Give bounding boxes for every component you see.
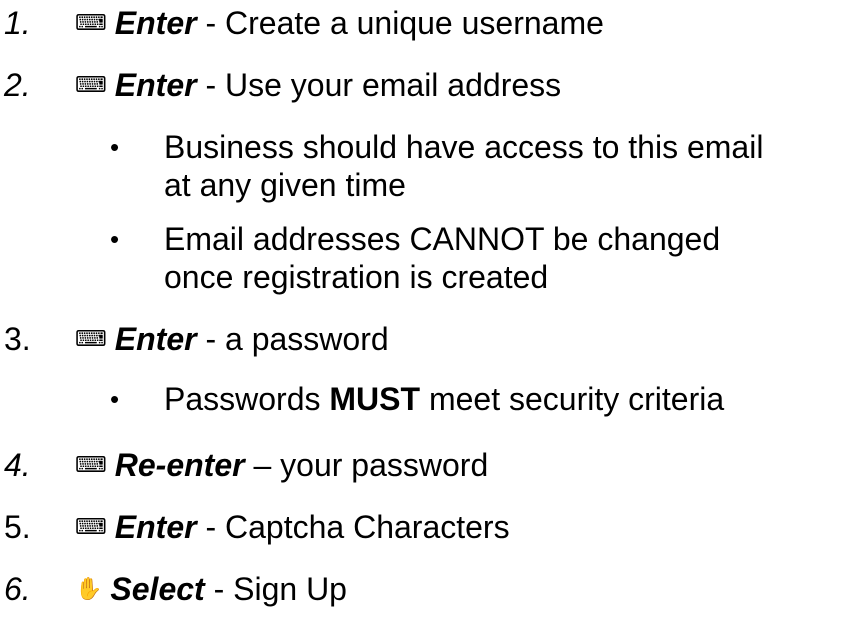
- bullet-dot: •: [110, 384, 120, 414]
- bullet-text-post: meet security criteria: [420, 381, 725, 417]
- step-verb: Enter: [114, 321, 197, 357]
- step-number: 3.: [4, 321, 31, 357]
- keyboard-icon: ⌨: [75, 452, 107, 477]
- bullet-dot: •: [110, 224, 120, 254]
- bullet-text: Email addresses CANNOT be changed: [164, 221, 721, 257]
- step-text: - Captcha Characters: [196, 509, 510, 545]
- bullet-dot: •: [110, 132, 120, 162]
- bullet-text-strong: MUST: [329, 381, 421, 417]
- step-number: 5.: [4, 509, 31, 545]
- step-text: - a password: [196, 321, 389, 357]
- bullet-text: Business should have access to this emai…: [164, 129, 764, 165]
- step-body: ⌨ Enter - Create a unique username: [75, 4, 604, 42]
- keyboard-icon: ⌨: [75, 326, 107, 351]
- bullet-text-continued: once registration is created: [164, 259, 549, 295]
- step-verb: Re-enter: [114, 447, 245, 483]
- step-body: ⌨ Re-enter – your password: [75, 446, 488, 484]
- step-number: 1.: [4, 5, 31, 41]
- step-number: 4.: [4, 447, 31, 483]
- step-verb: Enter: [114, 67, 197, 103]
- step-verb: Enter: [114, 5, 197, 41]
- bullet-text-continued: at any given time: [164, 167, 406, 203]
- keyboard-icon: ⌨: [75, 72, 107, 97]
- step-text: - Create a unique username: [196, 5, 604, 41]
- bullet-text: Passwords MUST meet security criteria: [164, 380, 724, 418]
- step-text: – your password: [244, 447, 489, 483]
- step-verb: Enter: [114, 509, 197, 545]
- bullet-text-pre: Passwords: [164, 381, 330, 417]
- step-text: - Use your email address: [196, 67, 562, 103]
- step-text: - Sign Up: [204, 571, 347, 607]
- step-body: ✋ Select - Sign Up: [75, 570, 347, 608]
- mouse-pointer-icon: ✋: [75, 576, 103, 601]
- keyboard-icon: ⌨: [75, 10, 107, 35]
- step-body: ⌨ Enter - Captcha Characters: [75, 508, 510, 546]
- step-verb: Select: [110, 571, 205, 607]
- step-number: 2.: [4, 67, 31, 103]
- step-number: 6.: [4, 571, 31, 607]
- step-body: ⌨ Enter - Use your email address: [75, 66, 561, 104]
- keyboard-icon: ⌨: [75, 514, 107, 539]
- step-body: ⌨ Enter - a password: [75, 320, 389, 358]
